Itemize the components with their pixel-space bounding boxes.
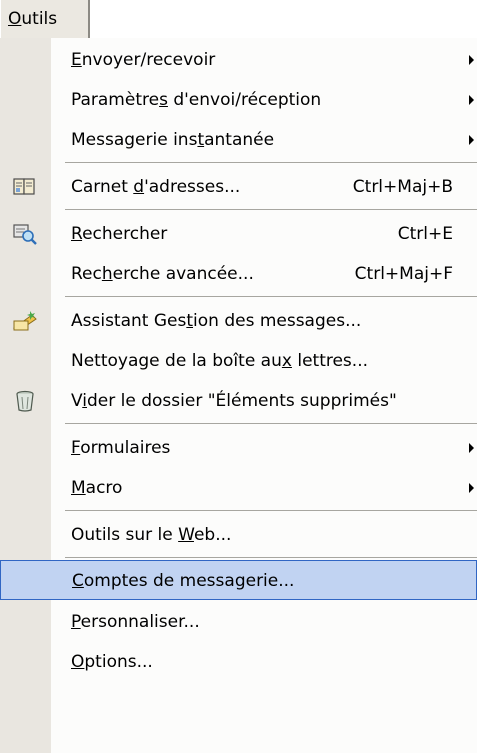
menu-item-vider-elements-supprimes[interactable]: Vider le dossier "Éléments supprimés" (0, 381, 477, 421)
menu-item-label: Carnet d'adresses... (71, 177, 241, 197)
menu-item-label: Outils sur le Web... (71, 525, 232, 545)
menu-separator (65, 296, 477, 297)
menu-item-rechercher[interactable]: Rechercher Ctrl+E (0, 214, 477, 254)
menu-item-label: Assistant Gestion des messages... (71, 311, 362, 331)
trash-icon (12, 389, 38, 413)
menu-item-label: Vider le dossier "Éléments supprimés" (71, 391, 397, 411)
menu-separator (65, 209, 477, 210)
menu-item-label: Rechercher (71, 224, 168, 244)
menu-item-label: Paramètres d'envoi/réception (71, 90, 322, 110)
menu-item-envoyer-recevoir[interactable]: Envoyer/recevoir (0, 40, 477, 80)
menu-bar: Outils (0, 0, 477, 38)
menu-item-recherche-avancee[interactable]: Recherche avancée... Ctrl+Maj+F (0, 254, 477, 294)
submenu-arrow-icon (469, 483, 474, 493)
menu-outils-label: utils (21, 9, 58, 29)
menu-item-personnaliser[interactable]: Personnaliser... (0, 602, 477, 642)
menu-item-parametres-envoi-reception[interactable]: Paramètres d'envoi/réception (0, 80, 477, 120)
menu-item-label: Formulaires (71, 438, 171, 458)
menu-item-shortcut: Ctrl+E (397, 224, 453, 244)
menu-item-label: Envoyer/recevoir (71, 50, 216, 70)
menu-item-shortcut: Ctrl+Maj+B (352, 177, 453, 197)
rules-wizard-icon (12, 309, 38, 333)
menu-separator (65, 510, 477, 511)
menu-item-formulaires[interactable]: Formulaires (0, 428, 477, 468)
outils-dropdown-menu: Envoyer/recevoir Paramètres d'envoi/réce… (0, 38, 477, 753)
menu-item-label: Options... (71, 652, 153, 672)
menu-item-carnet-adresses[interactable]: Carnet d'adresses... Ctrl+Maj+B (0, 167, 477, 207)
menu-item-shortcut: Ctrl+Maj+F (354, 264, 453, 284)
menu-item-nettoyage-boite[interactable]: Nettoyage de la boîte aux lettres... (0, 341, 477, 381)
menu-separator (65, 423, 477, 424)
menu-item-macro[interactable]: Macro (0, 468, 477, 508)
submenu-arrow-icon (469, 135, 474, 145)
menu-item-label: Personnaliser... (71, 612, 200, 632)
menu-item-label: Messagerie instantanée (71, 130, 275, 150)
submenu-arrow-icon (469, 95, 474, 105)
menu-separator (65, 557, 477, 558)
menu-item-messagerie-instantanee[interactable]: Messagerie instantanée (0, 120, 477, 160)
menu-outils-accel: O (8, 9, 22, 29)
menu-item-options[interactable]: Options... (0, 642, 477, 682)
menu-separator (65, 162, 477, 163)
submenu-arrow-icon (469, 443, 474, 453)
find-icon (12, 222, 38, 246)
menu-item-label: Macro (71, 478, 123, 498)
menu-item-outils-web[interactable]: Outils sur le Web... (0, 515, 477, 555)
menu-outils[interactable]: Outils (1, 0, 90, 38)
address-book-icon (12, 175, 38, 199)
submenu-arrow-icon (469, 55, 474, 65)
menu-item-label: Nettoyage de la boîte aux lettres... (71, 351, 368, 371)
menu-item-comptes-messagerie[interactable]: Comptes de messagerie... (0, 560, 477, 600)
menu-item-label: Recherche avancée... (71, 264, 254, 284)
menu-item-label: Comptes de messagerie... (72, 571, 295, 591)
menu-item-assistant-gestion-messages[interactable]: Assistant Gestion des messages... (0, 301, 477, 341)
